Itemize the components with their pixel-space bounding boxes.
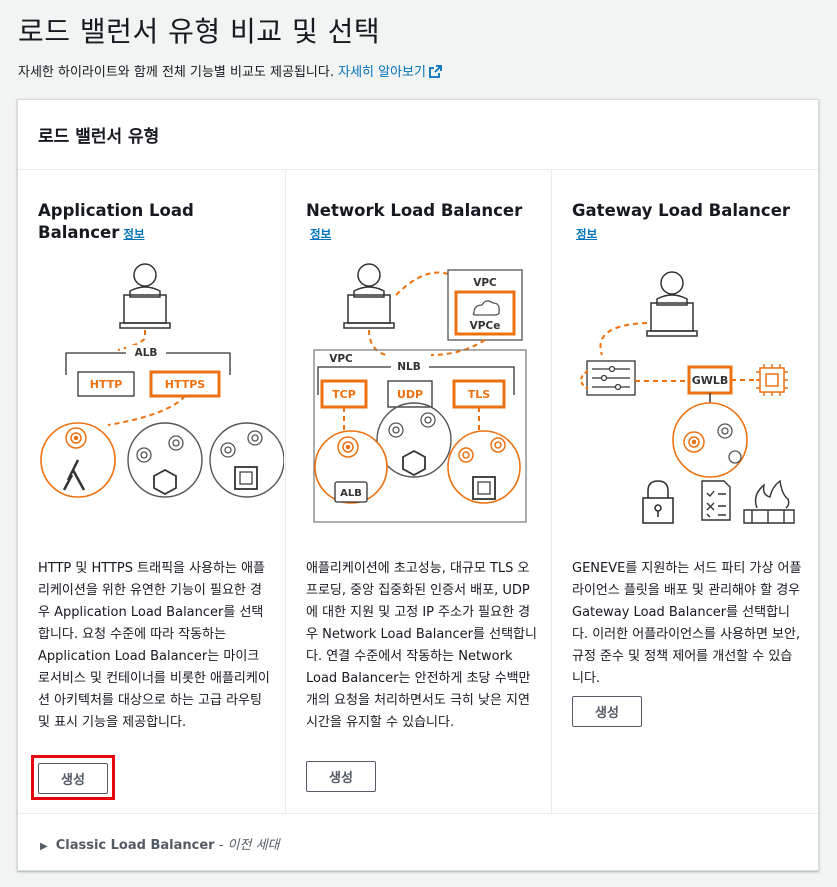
nlb-title-text: Network Load Balancer [306, 201, 523, 220]
tcp-label: TCP [332, 388, 356, 401]
http-label: HTTP [90, 378, 123, 391]
alb-title-text: Application Load Balancer [38, 201, 194, 242]
nlb-title: Network Load Balancer 정보 [306, 200, 536, 245]
nlb-label: NLB [397, 361, 420, 373]
learn-more-label: 자세히 알아보기 [338, 65, 426, 80]
alb-column: Application Load Balancer 정보 ALB HTTP HT… [18, 170, 285, 813]
alb-description: HTTP 및 HTTPS 트래픽을 사용하는 애플리케이션을 위한 유연한 기능… [38, 561, 270, 730]
classic-load-balancer-expander[interactable]: ▶ Classic Load Balancer - 이전 세대 [18, 813, 818, 870]
classic-separator: - [214, 838, 228, 853]
page-description-text: 자세한 하이라이트와 함께 전체 기능별 비교도 제공됩니다. [18, 65, 334, 80]
alb-info-link[interactable]: 정보 [123, 227, 144, 241]
card-title: 로드 밸런서 유형 [38, 127, 160, 147]
alb-title: Application Load Balancer 정보 [38, 200, 268, 245]
user-icon [119, 263, 171, 329]
tls-label: TLS [468, 388, 491, 401]
gwlb-title: Gateway Load Balancer 정보 [572, 200, 802, 245]
page-title: 로드 밸런서 유형 비교 및 선택 [18, 15, 381, 48]
user-icon [343, 263, 395, 329]
vpc-label: VPC [329, 353, 353, 365]
container-icon [402, 449, 426, 477]
alb-illustration: ALB HTTP HTTPS [40, 263, 284, 498]
nlb-description: 애플리케이션에 초고성능, 대규모 TLS 오프로딩, 중앙 집중화된 인증서 … [306, 561, 537, 730]
external-link-icon [429, 65, 442, 78]
load-balancer-columns: Application Load Balancer 정보 ALB HTTP HT… [18, 170, 818, 813]
gwlb-create-button[interactable]: 생성 [572, 696, 642, 727]
page-description: 자세한 하이라이트와 함께 전체 기능별 비교도 제공됩니다. 자세히 알아보기 [18, 61, 442, 80]
target-alb-label: ALB [340, 488, 362, 499]
gwlb-label: GWLB [692, 374, 729, 387]
nlb-create-button[interactable]: 생성 [306, 761, 376, 792]
gwlb-info-link[interactable]: 정보 [576, 227, 597, 241]
nlb-illustration: VPC VPCe VPC NLB TCP UDP TLS ALB [313, 263, 527, 523]
classic-generation: 이전 세대 [227, 838, 280, 853]
container-icon [153, 468, 177, 496]
appliance-chip-icon [756, 364, 788, 396]
checklist-icon [701, 480, 731, 521]
alb-create-button[interactable]: 생성 [38, 763, 108, 794]
gwlb-illustration: GWLB [580, 271, 795, 524]
nlb-column: Network Load Balancer 정보 VPC VPCe VPC NLB… [285, 170, 551, 813]
vpce-label: VPCe [470, 320, 501, 332]
gwlb-description: GENEVE를 지원하는 서드 파티 가상 어플라이언스 플릿을 배포 및 관리… [572, 561, 802, 686]
udp-label: UDP [397, 388, 423, 401]
alb-label: ALB [135, 347, 158, 359]
gwlb-title-text: Gateway Load Balancer [572, 201, 791, 220]
caret-right-icon: ▶ [40, 841, 48, 852]
card-header: 로드 밸런서 유형 [18, 100, 818, 170]
chip-icon [234, 466, 258, 490]
target-icon [65, 427, 87, 449]
lock-icon [642, 480, 674, 524]
nlb-info-link[interactable]: 정보 [310, 227, 331, 241]
gwlb-column: Gateway Load Balancer 정보 GWLB GENEVE를 지원하… [551, 170, 818, 813]
vpc-outer-label: VPC [473, 277, 497, 289]
https-label: HTTPS [165, 378, 206, 391]
classic-name: Classic Load Balancer [55, 838, 215, 853]
learn-more-link[interactable]: 자세히 알아보기 [338, 65, 442, 80]
firewall-icon [743, 479, 795, 524]
lambda-icon [62, 459, 86, 491]
user-icon [646, 271, 698, 337]
load-balancer-types-card: 로드 밸런서 유형 Application Load Balancer 정보 A… [17, 99, 819, 871]
